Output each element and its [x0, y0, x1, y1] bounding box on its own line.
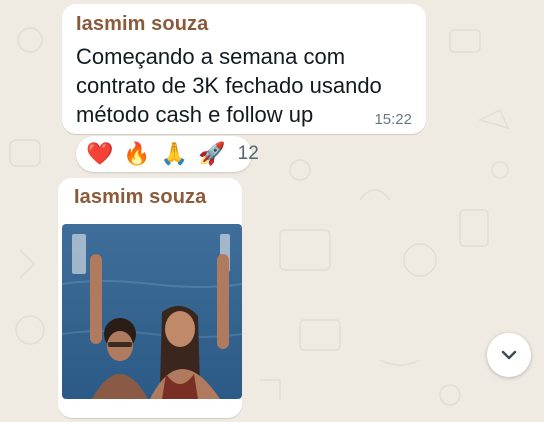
sender-name[interactable]: Iasmim souza [76, 13, 208, 36]
reaction-pray: 🙏 [160, 141, 189, 166]
photo-image [62, 224, 242, 399]
reactions-bar[interactable]: ❤️ 🔥 🙏 🚀 12 [76, 136, 259, 172]
message-photo[interactable] [62, 224, 242, 399]
message-bubble[interactable]: Iasmim souza Começando a semana com cont… [62, 4, 426, 134]
message-text: Começando a semana com contrato de 3K fe… [76, 44, 382, 127]
sender-name[interactable]: Iasmim souza [74, 186, 206, 209]
chevron-down-icon [501, 350, 517, 360]
reaction-heart: ❤️ [86, 141, 114, 166]
message-time: 15:22 [374, 111, 412, 128]
reaction-rocket: 🚀 [198, 141, 226, 166]
scroll-down-button[interactable] [487, 333, 531, 377]
reaction-fire: 🔥 [123, 141, 151, 166]
reaction-count: 12 [237, 143, 259, 164]
